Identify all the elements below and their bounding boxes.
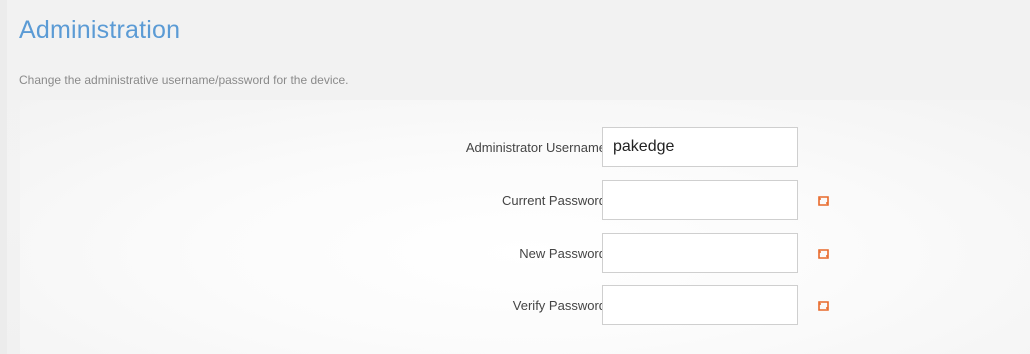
- form-row-new-password: New Password: [20, 233, 1030, 275]
- required-field-icon: [818, 301, 829, 311]
- credentials-form: Administrator Username Current Password …: [20, 100, 1030, 354]
- current-password-label: Current Password: [501, 193, 606, 208]
- verify-password-label: Verify Password: [512, 298, 606, 313]
- page-subtitle: Change the administrative username/passw…: [19, 73, 349, 87]
- page-title: Administration: [19, 16, 181, 44]
- required-field-icon: [818, 196, 829, 206]
- form-row-current-password: Current Password: [20, 180, 1030, 222]
- username-label: Administrator Username: [465, 140, 606, 155]
- form-row-verify-password: Verify Password: [20, 285, 1030, 327]
- form-row-username: Administrator Username: [20, 127, 1030, 169]
- verify-password-input[interactable]: [602, 285, 798, 325]
- administration-panel: Administration Change the administrative…: [7, 0, 1030, 354]
- new-password-label: New Password: [519, 246, 606, 261]
- username-input[interactable]: [602, 127, 798, 167]
- current-password-input[interactable]: [602, 180, 798, 220]
- new-password-input[interactable]: [602, 233, 798, 273]
- required-field-icon: [818, 249, 829, 259]
